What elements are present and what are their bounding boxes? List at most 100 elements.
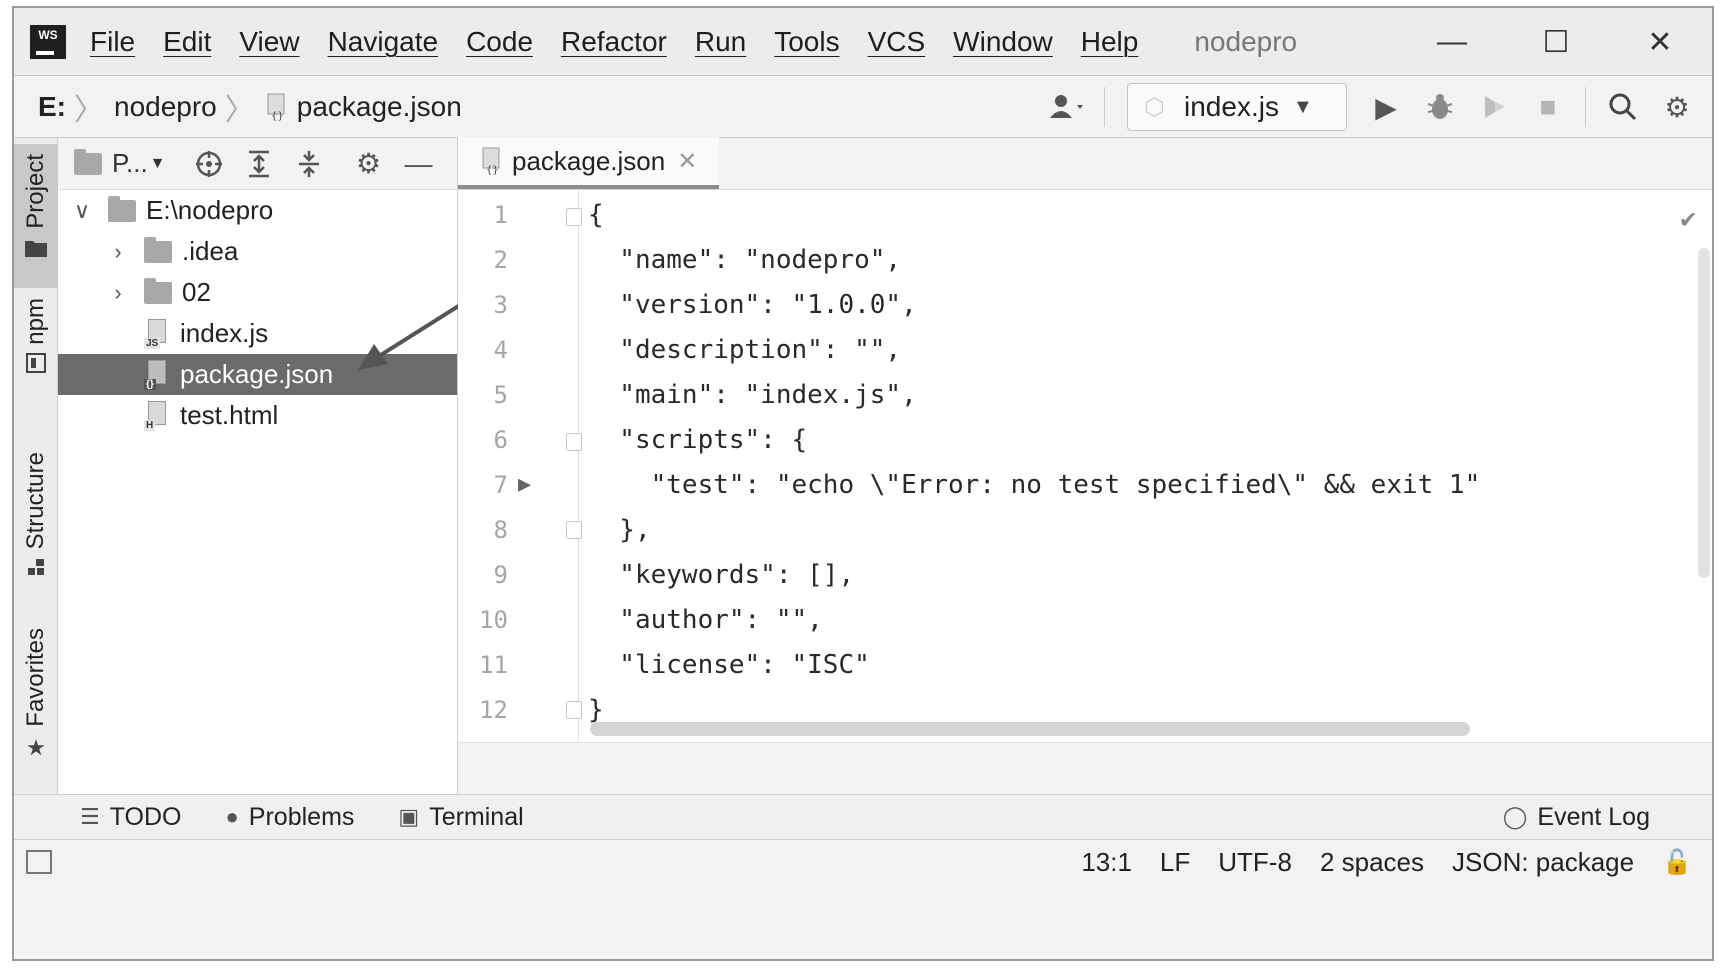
vertical-scrollbar[interactable] — [1698, 248, 1710, 578]
chevron-right-icon[interactable]: › — [104, 280, 132, 306]
tool-tab-project[interactable]: Project — [14, 144, 58, 288]
status-line-separator[interactable]: LF — [1160, 847, 1190, 878]
tree-item-idea[interactable]: › .idea — [58, 231, 457, 272]
run-icon[interactable]: ▶ — [1359, 82, 1413, 132]
run-configuration-select[interactable]: ⬡ index.js ▼ — [1127, 83, 1347, 131]
tool-tab-todo[interactable]: ☰ TODO — [80, 803, 182, 832]
breadcrumb-file[interactable]: package.json — [297, 91, 462, 123]
project-panel-toolbar: P... ▼ ⚙ — — [58, 138, 457, 190]
tree-item-test-html[interactable]: H test.html — [58, 395, 457, 436]
search-icon[interactable] — [1596, 82, 1650, 132]
tool-tab-structure[interactable]: Structure — [14, 452, 58, 602]
line-number: 3 — [493, 290, 508, 319]
bottom-tool-bar: ☰ TODO ● Problems ▣ Terminal ◯ Event Log — [14, 794, 1712, 840]
line-number: 10 — [479, 605, 508, 634]
tool-tab-favorites-label: Favorites — [22, 628, 49, 727]
tab-package-json[interactable]: {} package.json ✕ — [458, 137, 720, 189]
editor-empty-area — [458, 742, 1712, 794]
tree-item-index-js[interactable]: JS index.js — [58, 313, 457, 354]
tree-item-label: .idea — [182, 236, 239, 266]
run-with-coverage-icon[interactable] — [1467, 82, 1521, 132]
chevron-down-icon[interactable]: ∨ — [68, 198, 96, 224]
status-items: 13:1 LF UTF-8 2 spaces JSON: package 🔓 — [1053, 847, 1692, 878]
breadcrumb-drive[interactable]: E: — [38, 91, 66, 123]
line-number: 6 — [493, 425, 508, 454]
run-script-icon[interactable]: ▶ — [518, 472, 531, 497]
tool-tab-favorites[interactable]: Favorites ★ — [14, 628, 58, 778]
nodejs-icon: ⬡ — [1144, 94, 1165, 121]
status-caret-position[interactable]: 13:1 — [1081, 847, 1132, 878]
folder-icon — [144, 236, 172, 263]
event-log-icon: ◯ — [1502, 804, 1528, 829]
menu-bar: File Edit View Navigate Code Refactor Ru… — [90, 26, 1166, 58]
menu-refactor[interactable]: Refactor — [561, 26, 667, 58]
expand-all-icon[interactable] — [234, 139, 284, 189]
tool-tab-event-log[interactable]: ◯ Event Log — [1503, 803, 1650, 832]
js-file-icon: JS — [144, 318, 170, 349]
fold-marker-icon[interactable] — [566, 208, 582, 226]
tree-item-02[interactable]: › 02 — [58, 272, 457, 313]
menu-tools[interactable]: Tools — [774, 26, 839, 58]
maximize-button[interactable]: ☐ — [1504, 8, 1608, 76]
toolbar-separator — [1104, 87, 1105, 127]
chevron-right-icon[interactable]: › — [104, 239, 132, 265]
menu-vcs[interactable]: VCS — [868, 26, 926, 58]
breadcrumb-project[interactable]: nodepro — [114, 91, 217, 123]
code-area[interactable]: 1 { 2 "name": "nodepro", 3 "version": "1… — [458, 190, 1712, 742]
code-text: "version": "1.0.0", — [588, 289, 917, 320]
tool-tab-terminal[interactable]: ▣ Terminal — [398, 803, 523, 832]
fold-marker-icon[interactable] — [566, 521, 582, 539]
menu-navigate[interactable]: Navigate — [328, 26, 439, 58]
minimize-button[interactable]: — — [1400, 8, 1504, 76]
code-text: "main": "index.js", — [588, 379, 917, 410]
menu-file[interactable]: File — [90, 26, 135, 58]
tool-tab-npm[interactable]: npm — [14, 298, 58, 408]
tool-tab-event-log-label: Event Log — [1537, 802, 1650, 831]
fold-marker-icon[interactable] — [566, 701, 582, 719]
folder-icon — [25, 237, 47, 263]
line-number: 9 — [493, 560, 508, 589]
code-text: "license": "ISC" — [588, 649, 870, 680]
user-icon[interactable] — [1040, 82, 1094, 132]
tree-item-label: 02 — [182, 277, 211, 307]
horizontal-scrollbar[interactable] — [590, 722, 1470, 736]
status-indent[interactable]: 2 spaces — [1320, 847, 1424, 878]
menu-run[interactable]: Run — [695, 26, 746, 58]
navigation-bar: E: 〉 nodepro 〉 {} package.json ⬡ index.j… — [14, 76, 1712, 138]
menu-help[interactable]: Help — [1081, 26, 1139, 58]
gear-icon[interactable]: ⚙ — [344, 139, 394, 189]
close-icon[interactable]: ✕ — [677, 147, 697, 176]
project-view-selector[interactable]: P... ▼ — [74, 148, 166, 179]
toggle-tool-windows-icon[interactable] — [26, 850, 52, 874]
stop-icon[interactable]: ■ — [1521, 82, 1575, 132]
toolbar-separator — [1585, 87, 1586, 127]
code-text: "description": "", — [588, 334, 902, 365]
star-icon: ★ — [26, 734, 46, 760]
tree-item-root[interactable]: ∨ E:\nodepro — [58, 190, 457, 231]
fold-marker-icon[interactable] — [566, 433, 582, 451]
project-view-label: P... — [112, 148, 148, 178]
gear-icon[interactable]: ⚙ — [1650, 82, 1704, 132]
status-json-schema[interactable]: JSON: package — [1452, 847, 1634, 878]
menu-view[interactable]: View — [239, 26, 299, 58]
json-file-icon: {} — [480, 147, 504, 176]
hide-panel-icon[interactable]: — — [394, 139, 444, 189]
webstorm-logo: WS — [30, 24, 66, 59]
menu-code[interactable]: Code — [466, 26, 533, 58]
folder-icon — [144, 277, 172, 304]
menu-edit[interactable]: Edit — [163, 26, 211, 58]
menu-window[interactable]: Window — [953, 26, 1053, 58]
locate-file-icon[interactable] — [184, 139, 234, 189]
status-encoding[interactable]: UTF-8 — [1218, 847, 1292, 878]
window-project-title: nodepro — [1194, 25, 1298, 57]
close-button[interactable]: ✕ — [1608, 8, 1712, 76]
lock-icon[interactable]: 🔓 — [1662, 848, 1692, 877]
json-file-icon: {} — [144, 359, 170, 390]
tree-item-package-json[interactable]: {} package.json — [58, 354, 457, 395]
tool-tab-problems-label: Problems — [248, 802, 355, 831]
chevron-right-icon: 〉 — [224, 93, 255, 127]
tool-tab-problems[interactable]: ● Problems — [226, 803, 355, 832]
debug-icon[interactable] — [1413, 82, 1467, 132]
collapse-all-icon[interactable] — [284, 139, 334, 189]
tree-item-label: package.json — [180, 359, 334, 389]
